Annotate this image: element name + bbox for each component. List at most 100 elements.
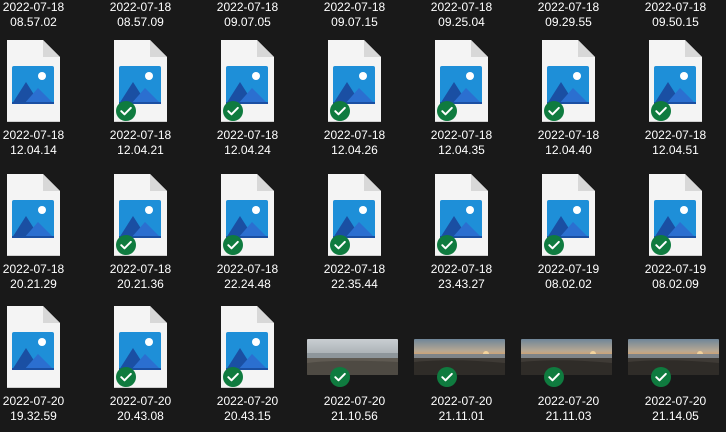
image-file-icon [7, 40, 60, 122]
photo-thumbnail [628, 339, 719, 375]
file-item[interactable]: 2022-07-19 08.02.09 [622, 166, 726, 300]
file-item[interactable]: 2022-07-20 21.14.05 [622, 298, 726, 432]
file-thumbnail [194, 166, 301, 262]
sync-check-icon [651, 367, 671, 387]
file-name: 2022-07-18 09.50.15 [644, 0, 707, 29]
image-file-icon [221, 306, 274, 388]
image-file-icon [87, 298, 194, 394]
sync-check-icon [329, 100, 351, 122]
file-grid: 2022-07-18 08.57.02 2022-07-18 08.57.09 … [0, 0, 726, 426]
sync-check-icon [436, 234, 458, 256]
photo-thumbnail [414, 339, 505, 375]
sync-check-icon [116, 235, 136, 255]
file-thumbnail [408, 166, 515, 262]
photo-thumbnail [521, 339, 612, 375]
sync-check-icon [543, 234, 565, 256]
file-item[interactable]: 2022-07-18 22.35.44 [301, 166, 408, 300]
file-thumbnail [622, 166, 726, 262]
file-item[interactable]: 2022-07-18 12.04.26 [301, 32, 408, 166]
sync-check-icon [330, 101, 350, 121]
sync-check-icon [330, 367, 350, 387]
file-item[interactable]: 2022-07-18 22.24.48 [194, 166, 301, 300]
sync-check-icon [651, 101, 671, 121]
file-thumbnail [408, 298, 515, 394]
image-file-icon [542, 174, 595, 256]
sync-check-icon [650, 234, 672, 256]
image-file-icon [194, 32, 301, 128]
image-file-icon [221, 174, 274, 256]
file-name: 2022-07-19 08.02.09 [644, 262, 707, 291]
file-item[interactable]: 2022-07-20 20.43.15 [194, 298, 301, 432]
file-thumbnail [0, 166, 87, 262]
sync-check-icon [222, 100, 244, 122]
sync-check-icon [115, 366, 137, 388]
photo-thumbnail [307, 339, 398, 375]
sync-check-icon [330, 235, 350, 255]
image-file-icon [7, 174, 60, 256]
file-item[interactable]: 2022-07-18 23.43.27 [408, 166, 515, 300]
file-thumbnail [0, 298, 87, 394]
sync-check-icon [329, 366, 351, 388]
file-item[interactable]: 2022-07-20 20.43.08 [87, 298, 194, 432]
sync-check-icon [544, 235, 564, 255]
photo-thumbnail-image [628, 339, 719, 375]
file-item[interactable]: 2022-07-20 21.11.01 [408, 298, 515, 432]
sync-check-icon [544, 367, 564, 387]
sync-check-icon [543, 366, 565, 388]
image-file-icon [7, 306, 60, 388]
file-item[interactable]: 2022-07-18 12.04.21 [87, 32, 194, 166]
image-file-icon [221, 40, 274, 122]
image-file-icon [301, 166, 408, 262]
file-item[interactable]: 2022-07-18 12.04.14 [0, 32, 87, 166]
file-thumbnail [87, 298, 194, 394]
image-file-icon [408, 32, 515, 128]
file-thumbnail [87, 32, 194, 128]
image-file-icon [194, 298, 301, 394]
image-file-icon [0, 166, 87, 262]
sync-check-icon [651, 235, 671, 255]
sync-check-icon [223, 235, 243, 255]
file-thumbnail [194, 32, 301, 128]
sync-check-icon [437, 101, 457, 121]
image-file-icon [622, 32, 726, 128]
sync-check-icon [436, 100, 458, 122]
file-item[interactable]: 2022-07-18 12.04.51 [622, 32, 726, 166]
image-file-icon [0, 298, 87, 394]
image-file-icon [542, 40, 595, 122]
file-item[interactable]: 2022-07-18 20.21.36 [87, 166, 194, 300]
image-file-icon [87, 32, 194, 128]
sync-check-icon [116, 367, 136, 387]
image-file-icon [649, 174, 702, 256]
sync-check-icon [222, 234, 244, 256]
file-row: 2022-07-20 19.32.59 2022-07-20 20.43.08 20… [0, 298, 726, 432]
file-thumbnail [301, 32, 408, 128]
image-file-icon [87, 166, 194, 262]
image-file-icon [515, 166, 622, 262]
file-thumbnail [622, 298, 726, 394]
sync-check-icon [115, 100, 137, 122]
photo-thumbnail-image [521, 339, 612, 375]
sync-check-icon [436, 366, 458, 388]
image-file-icon [328, 40, 381, 122]
file-item[interactable]: 2022-07-18 12.04.40 [515, 32, 622, 166]
file-thumbnail [515, 298, 622, 394]
sync-check-icon [437, 235, 457, 255]
file-name: 2022-07-18 12.04.51 [644, 128, 707, 157]
sync-check-icon [544, 101, 564, 121]
file-item[interactable]: 2022-07-20 19.32.59 [0, 298, 87, 432]
file-thumbnail [408, 32, 515, 128]
file-item[interactable]: 2022-07-19 08.02.02 [515, 166, 622, 300]
file-item[interactable]: 2022-07-18 20.21.29 [0, 166, 87, 300]
sync-check-icon [223, 367, 243, 387]
image-file-icon [114, 40, 167, 122]
file-thumbnail [622, 32, 726, 128]
file-item[interactable]: 2022-07-18 12.04.24 [194, 32, 301, 166]
photo-thumbnail-image [307, 339, 398, 375]
image-file-icon [194, 166, 301, 262]
image-file-icon [301, 32, 408, 128]
file-item[interactable]: 2022-07-18 12.04.35 [408, 32, 515, 166]
sync-check-icon [116, 101, 136, 121]
file-row: 2022-07-18 20.21.29 2022-07-18 20.21.36 20… [0, 166, 726, 300]
file-item[interactable]: 2022-07-20 21.11.03 [515, 298, 622, 432]
file-item[interactable]: 2022-07-20 21.10.56 [301, 298, 408, 432]
